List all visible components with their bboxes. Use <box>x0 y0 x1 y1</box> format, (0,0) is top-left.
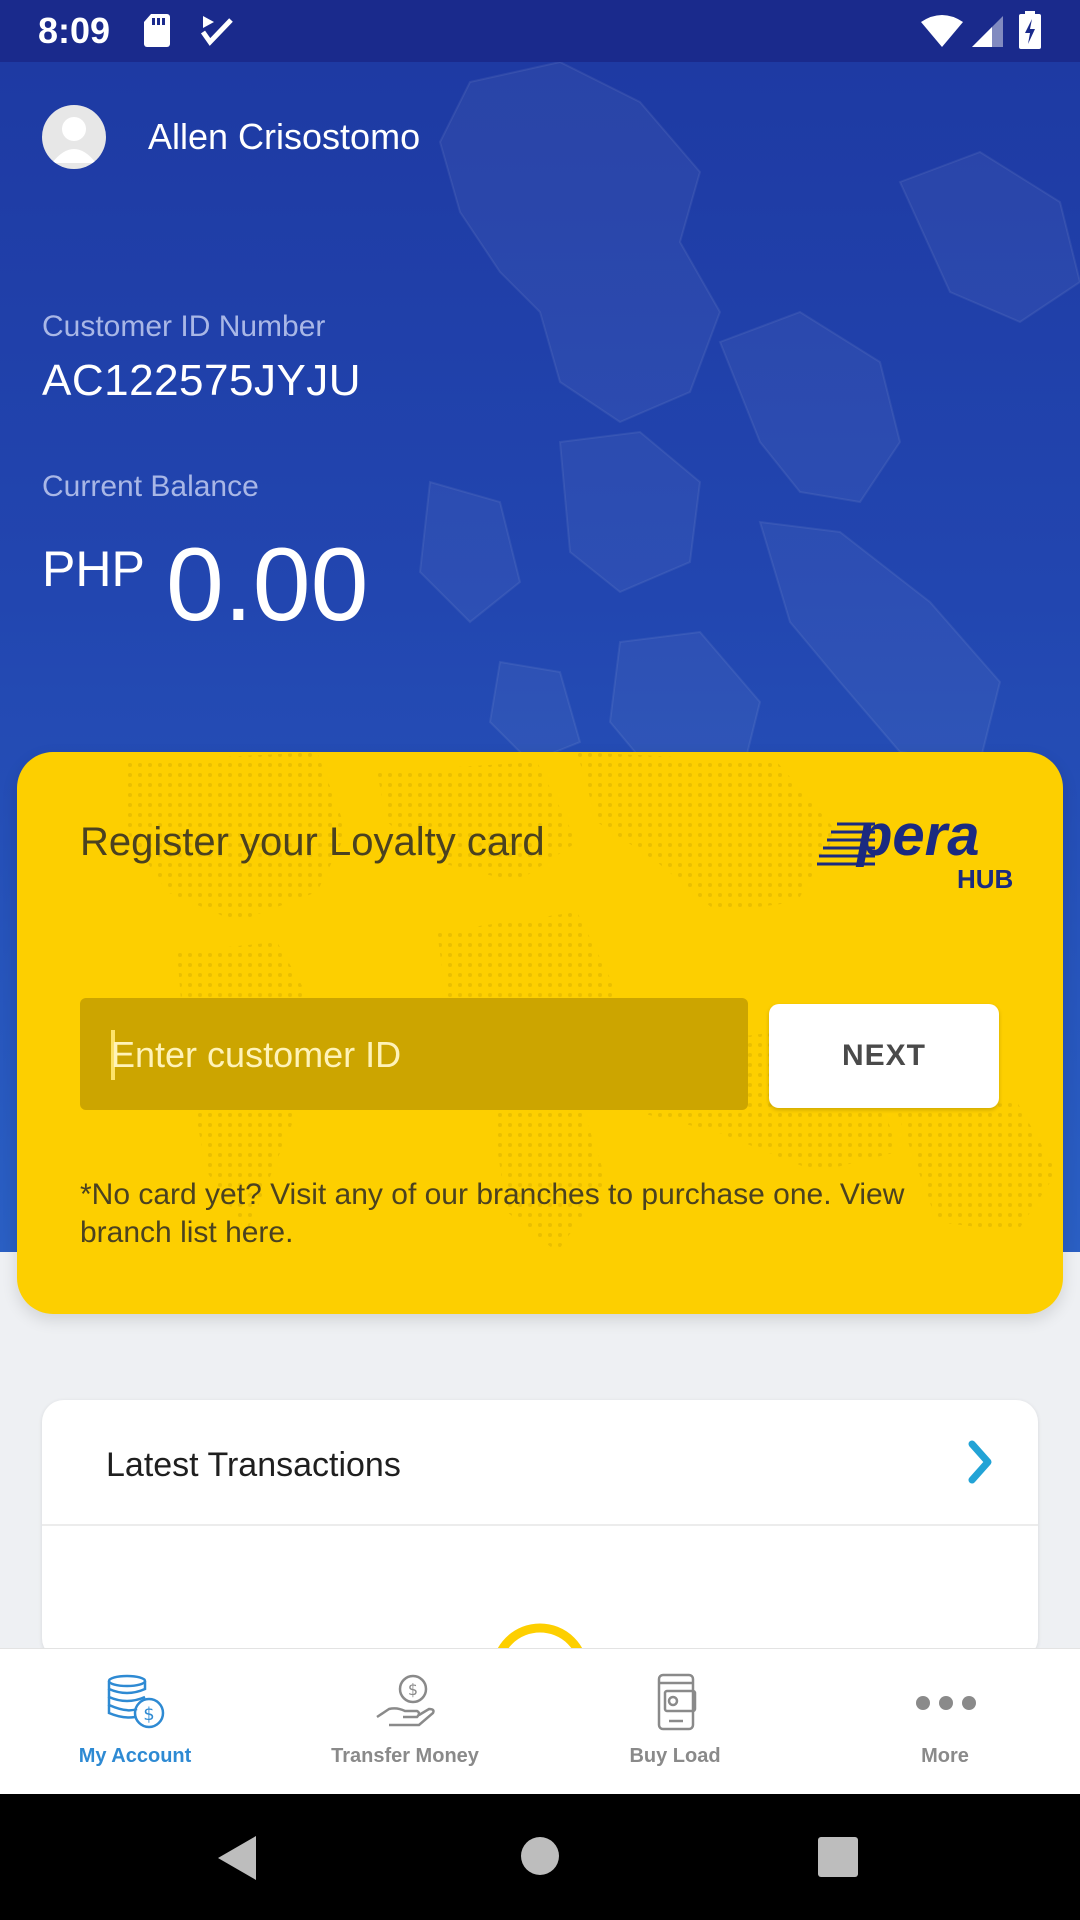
signal-icon <box>972 16 1003 47</box>
user-name: Allen Crisostomo <box>148 116 421 157</box>
user-icon <box>52 117 96 163</box>
latest-transactions-card[interactable]: Latest Transactions <box>42 1400 1038 1660</box>
nav-more[interactable]: More <box>810 1649 1080 1795</box>
more-dots-icon <box>916 1696 976 1710</box>
phone-load-icon <box>657 1673 697 1731</box>
status-bar: 8:09 <box>0 0 1080 62</box>
nav-buy-load[interactable]: Buy Load <box>540 1649 810 1795</box>
back-icon[interactable] <box>216 1834 258 1882</box>
chevron-right-icon[interactable] <box>966 1438 996 1486</box>
nav-label: More <box>921 1745 969 1767</box>
home-icon[interactable] <box>520 1836 560 1876</box>
perahub-logo: pera HUB <box>817 803 1027 902</box>
nav-transfer-money[interactable]: $ Transfer Money <box>270 1649 540 1795</box>
sd-card-icon <box>144 14 170 47</box>
recents-icon[interactable] <box>817 1836 859 1878</box>
svg-text:$: $ <box>408 1680 418 1699</box>
task-check-icon <box>200 16 233 46</box>
system-nav-bar <box>0 1794 1080 1920</box>
status-time: 8:09 <box>38 10 111 51</box>
loyalty-card: Register your Loyalty card pera HUB Ente… <box>17 752 1063 1314</box>
nav-label: Buy Load <box>629 1745 721 1767</box>
brand-word: pera <box>857 803 980 868</box>
customer-id-value: AC122575JYJU <box>42 356 362 405</box>
customer-id-label: Customer ID Number <box>42 310 326 343</box>
bottom-nav: $ My Account $ Transfer Money Buy Load M… <box>0 1648 1080 1794</box>
nav-label: My Account <box>78 1745 192 1767</box>
divider <box>42 1524 1038 1526</box>
loyalty-title: Register your Loyalty card <box>80 820 545 864</box>
customer-id-placeholder: Enter customer ID <box>111 1034 402 1075</box>
nav-label: Transfer Money <box>331 1745 479 1767</box>
avatar[interactable] <box>42 105 106 169</box>
balance-label: Current Balance <box>42 470 259 503</box>
svg-text:$: $ <box>143 1704 154 1725</box>
app-screen: 8:09 Allen Crisostomo Customer ID Number… <box>0 0 1080 1920</box>
branch-list-note[interactable]: *No card yet? Visit any of our branches … <box>80 1176 1000 1252</box>
next-button[interactable]: NEXT <box>769 1004 999 1108</box>
transactions-title: Latest Transactions <box>106 1446 401 1484</box>
hand-money-icon: $ <box>376 1674 435 1727</box>
nav-my-account[interactable]: $ My Account <box>0 1649 270 1795</box>
customer-id-input[interactable]: Enter customer ID <box>80 998 748 1110</box>
wifi-icon <box>921 15 963 47</box>
balance-amount: 0.00 <box>166 527 369 643</box>
battery-icon <box>1019 11 1041 49</box>
coins-icon: $ <box>107 1674 165 1729</box>
balance-currency: PHP <box>42 541 145 597</box>
brand-sub: HUB <box>957 864 1014 894</box>
